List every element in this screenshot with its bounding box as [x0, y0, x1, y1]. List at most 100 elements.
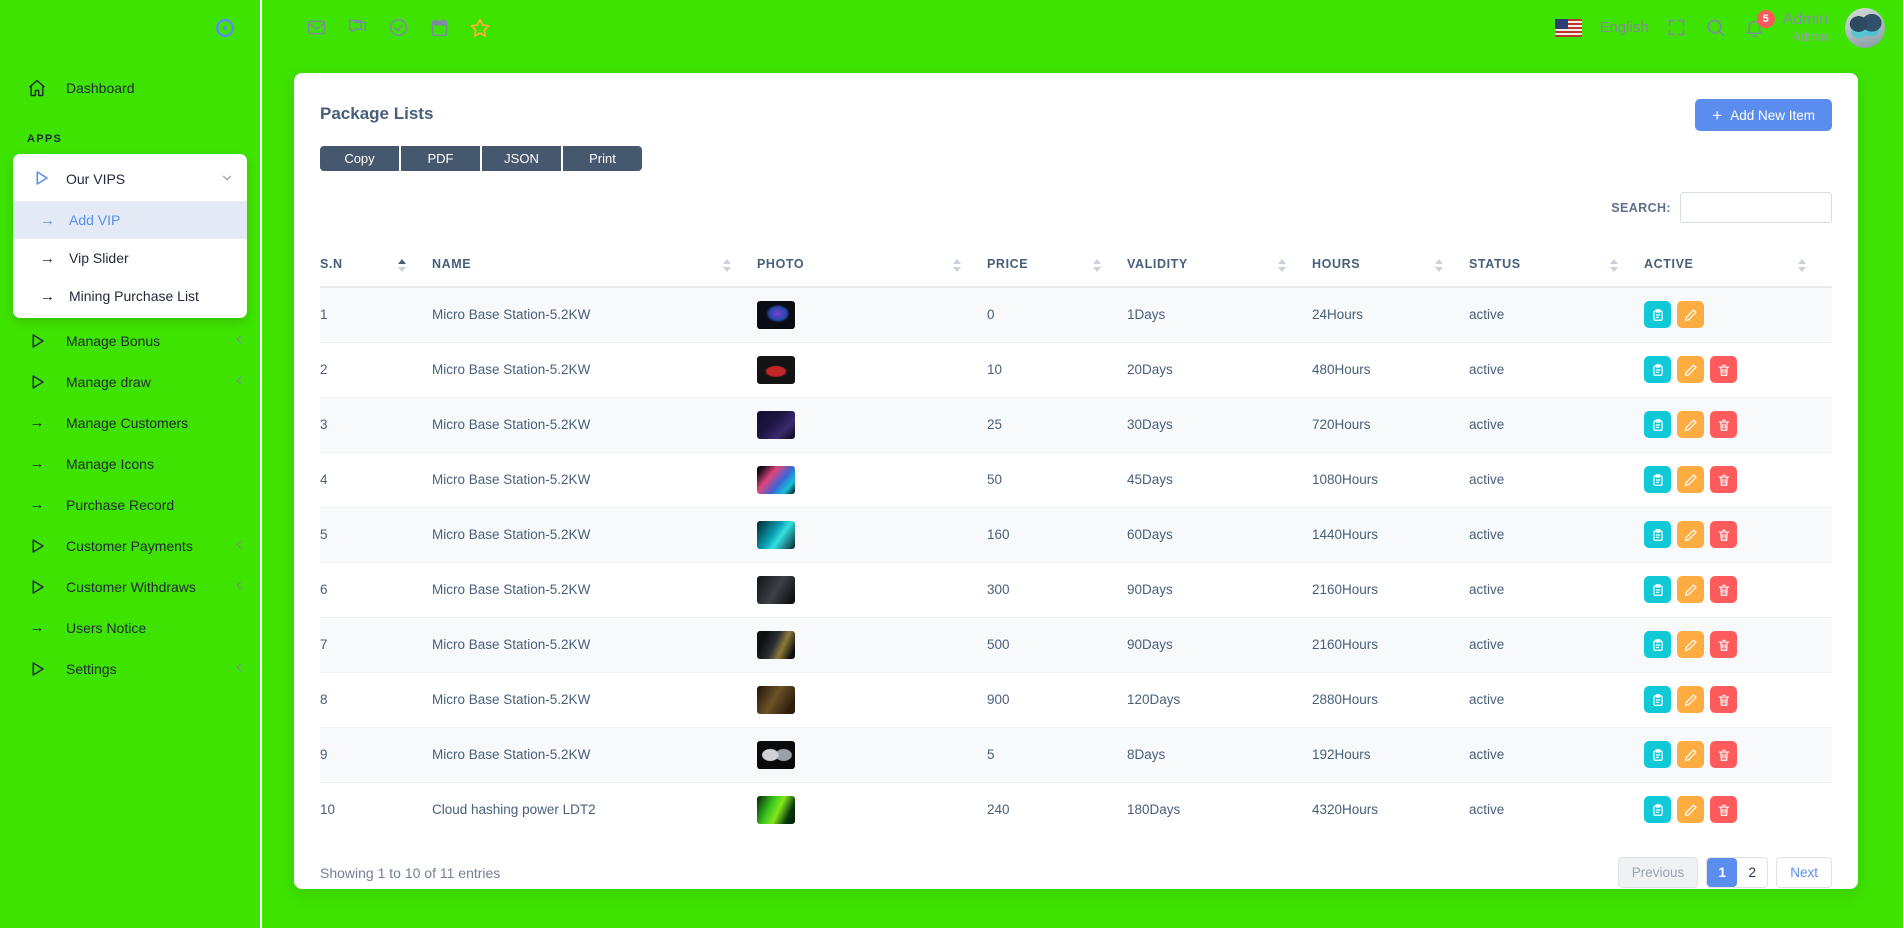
- column-header-active[interactable]: ACTIVE: [1644, 248, 1832, 287]
- cell-name: Micro Base Station-5.2KW: [432, 617, 757, 672]
- pencil-icon: [1684, 308, 1698, 322]
- delete-button[interactable]: [1710, 686, 1737, 713]
- delete-button[interactable]: [1710, 576, 1737, 603]
- delete-button[interactable]: [1710, 631, 1737, 658]
- column-header-validity[interactable]: VALIDITY: [1127, 248, 1312, 287]
- view-button[interactable]: [1644, 411, 1671, 438]
- view-button[interactable]: [1644, 576, 1671, 603]
- mail-icon[interactable]: [305, 17, 327, 39]
- clipboard-icon: [1651, 583, 1665, 597]
- sidebar: Dashboard APPS Our VIPS → Add VIP: [0, 0, 262, 928]
- print-button[interactable]: Print: [563, 146, 642, 171]
- chevron-left-icon: [233, 661, 246, 677]
- add-new-item-button[interactable]: + Add New Item: [1695, 99, 1832, 131]
- cell-actions: [1644, 782, 1832, 837]
- column-header-hours[interactable]: HOURS: [1312, 248, 1469, 287]
- view-button[interactable]: [1644, 356, 1671, 383]
- edit-button[interactable]: [1677, 356, 1704, 383]
- sidebar-item-manage-bonus[interactable]: Manage Bonus: [0, 320, 260, 361]
- column-header-name[interactable]: NAME: [432, 248, 757, 287]
- notifications-bell-icon[interactable]: 5: [1744, 17, 1766, 39]
- cell-sn: 7: [320, 617, 432, 672]
- view-button[interactable]: [1644, 466, 1671, 493]
- pagination-next[interactable]: Next: [1776, 857, 1832, 888]
- app-root: Dashboard APPS Our VIPS → Add VIP: [0, 0, 1903, 928]
- cell-photo: [757, 342, 987, 397]
- sidebar-item-customer-withdraws[interactable]: Customer Withdraws: [0, 566, 260, 607]
- us-flag-icon[interactable]: [1555, 19, 1582, 37]
- delete-button[interactable]: [1710, 411, 1737, 438]
- cell-name: Micro Base Station-5.2KW: [432, 727, 757, 782]
- edit-button[interactable]: [1677, 686, 1704, 713]
- column-header-price[interactable]: PRICE: [987, 248, 1127, 287]
- column-label: STATUS: [1469, 257, 1521, 271]
- table-row: 8Micro Base Station-5.2KW900120Days2880H…: [320, 672, 1832, 727]
- delete-button[interactable]: [1710, 521, 1737, 548]
- cell-validity: 45Days: [1127, 452, 1312, 507]
- delete-button[interactable]: [1710, 466, 1737, 493]
- view-button[interactable]: [1644, 301, 1671, 328]
- search-input[interactable]: [1680, 192, 1832, 223]
- star-icon[interactable]: [469, 17, 491, 39]
- pencil-icon: [1684, 473, 1698, 487]
- column-header-status[interactable]: STATUS: [1469, 248, 1644, 287]
- pdf-button[interactable]: PDF: [401, 146, 480, 171]
- column-header-s-n[interactable]: S.N: [320, 248, 432, 287]
- edit-button[interactable]: [1677, 796, 1704, 823]
- view-button[interactable]: [1644, 741, 1671, 768]
- edit-button[interactable]: [1677, 301, 1704, 328]
- edit-button[interactable]: [1677, 576, 1704, 603]
- avatar[interactable]: [1845, 8, 1885, 48]
- fullscreen-icon[interactable]: [1666, 17, 1688, 39]
- sidebar-item-purchase-record[interactable]: →Purchase Record: [0, 484, 260, 525]
- export-button-group: CopyPDFJSONPrint: [320, 146, 1832, 171]
- sidebar-item-dashboard[interactable]: Dashboard: [0, 67, 260, 108]
- sidebar-item-add-vip[interactable]: → Add VIP: [13, 201, 247, 239]
- sidebar-item-label: Vip Slider: [69, 250, 129, 266]
- table-row: 3Micro Base Station-5.2KW2530Days720Hour…: [320, 397, 1832, 452]
- chat-icon[interactable]: [346, 17, 368, 39]
- sidebar-item-label: Manage Bonus: [66, 333, 214, 349]
- edit-button[interactable]: [1677, 521, 1704, 548]
- delete-button[interactable]: [1710, 796, 1737, 823]
- cell-name: Micro Base Station-5.2KW: [432, 452, 757, 507]
- edit-button[interactable]: [1677, 466, 1704, 493]
- triangle-icon: [27, 331, 47, 351]
- delete-button[interactable]: [1710, 741, 1737, 768]
- pagination-previous[interactable]: Previous: [1618, 857, 1699, 888]
- column-header-photo[interactable]: PHOTO: [757, 248, 987, 287]
- sidebar-item-mining-purchase-list[interactable]: → Mining Purchase List: [13, 277, 247, 315]
- json-button[interactable]: JSON: [482, 146, 561, 171]
- sidebar-item-our-vips[interactable]: Our VIPS: [13, 157, 247, 201]
- delete-button[interactable]: [1710, 356, 1737, 383]
- pencil-icon: [1684, 803, 1698, 817]
- packages-table: S.NNAMEPHOTOPRICEVALIDITYHOURSSTATUS ACTI…: [320, 248, 1832, 837]
- view-button[interactable]: [1644, 631, 1671, 658]
- pagination-page-2[interactable]: 2: [1737, 858, 1767, 887]
- edit-button[interactable]: [1677, 411, 1704, 438]
- view-button[interactable]: [1644, 686, 1671, 713]
- cell-name: Micro Base Station-5.2KW: [432, 672, 757, 727]
- chevron-down-icon: [220, 171, 234, 188]
- view-button[interactable]: [1644, 796, 1671, 823]
- package-photo: [757, 301, 795, 329]
- sidebar-group-our-vips: Our VIPS → Add VIP → Vip Slider → Mining…: [13, 154, 247, 318]
- calendar-icon[interactable]: [428, 17, 450, 39]
- edit-button[interactable]: [1677, 631, 1704, 658]
- sidebar-item-users-notice[interactable]: →Users Notice: [0, 607, 260, 648]
- sidebar-toggle-icon[interactable]: [214, 17, 236, 39]
- sidebar-item-manage-icons[interactable]: →Manage Icons: [0, 443, 260, 484]
- language-selector[interactable]: English: [1599, 19, 1648, 36]
- sidebar-item-manage-draw[interactable]: Manage draw: [0, 361, 260, 402]
- sidebar-item-customer-payments[interactable]: Customer Payments: [0, 525, 260, 566]
- pagination-page-1[interactable]: 1: [1707, 858, 1737, 887]
- sidebar-item-settings[interactable]: Settings: [0, 648, 260, 689]
- sidebar-item-manage-customers[interactable]: →Manage Customers: [0, 402, 260, 443]
- check-circle-icon[interactable]: [387, 17, 409, 39]
- user-menu[interactable]: Admin Admin: [1783, 11, 1828, 44]
- edit-button[interactable]: [1677, 741, 1704, 768]
- search-icon[interactable]: [1705, 17, 1727, 39]
- copy-button[interactable]: Copy: [320, 146, 399, 171]
- sidebar-item-vip-slider[interactable]: → Vip Slider: [13, 239, 247, 277]
- view-button[interactable]: [1644, 521, 1671, 548]
